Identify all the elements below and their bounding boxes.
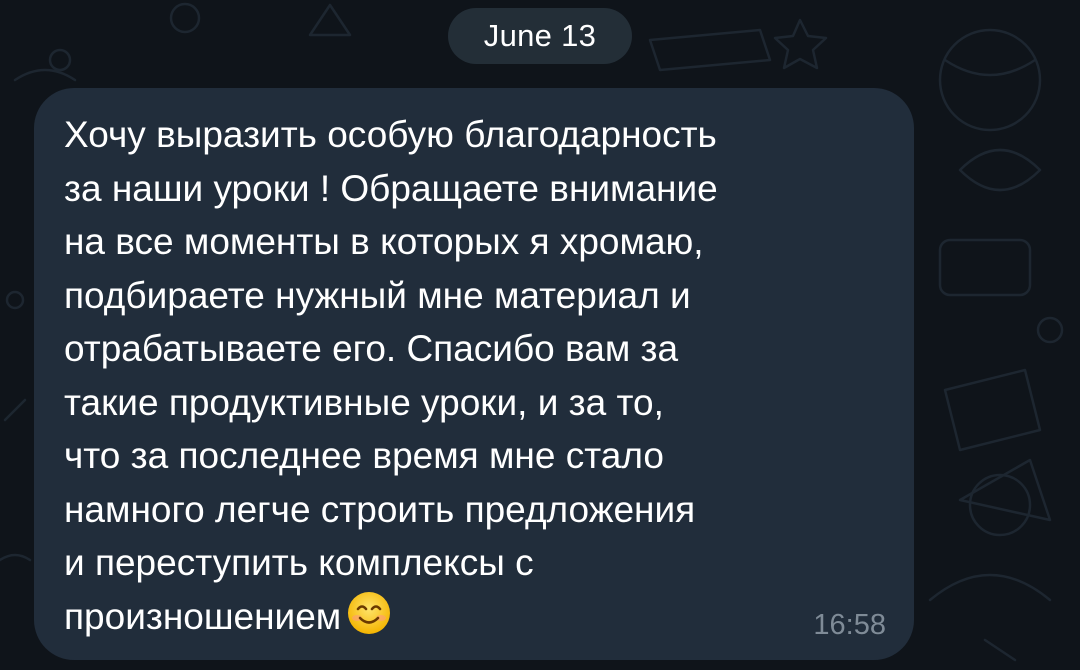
message-text: Хочу выразить особую благодарность за на… [64,114,718,637]
message-body: Хочу выразить особую благодарность за на… [64,108,909,643]
message-time: 16:58 [813,609,886,641]
message-bubble[interactable]: Хочу выразить особую благодарность за на… [34,88,914,660]
date-label: June 13 [483,18,597,53]
date-separator: June 13 [448,8,632,64]
smiling-face-emoji-icon [348,591,391,634]
